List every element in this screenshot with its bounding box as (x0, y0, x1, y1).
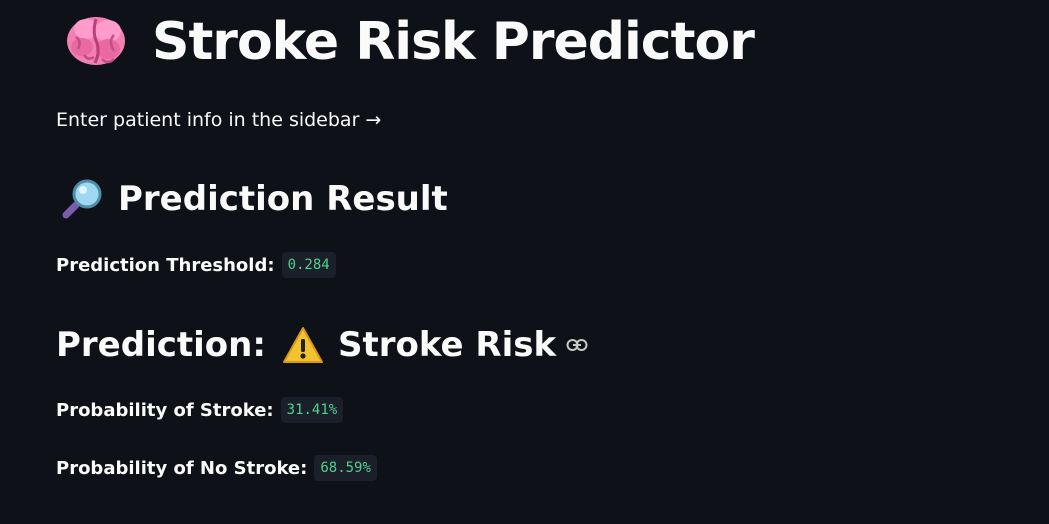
no-stroke-probability-value: 68.59% (314, 455, 377, 481)
sidebar-hint: Enter patient info in the sidebar → (56, 109, 382, 131)
stroke-probability-row: Probability of Stroke: 31.41% (56, 395, 344, 425)
threshold-value: 0.284 (281, 252, 336, 278)
stroke-probability-label: Probability of Stroke: (56, 399, 274, 421)
magnifying-glass-icon (60, 178, 104, 220)
prediction-heading: Prediction: Stroke Risk (56, 320, 588, 370)
prediction-result-text: Stroke Risk (337, 325, 557, 365)
page-title-text: Stroke Risk Predictor (152, 12, 755, 72)
no-stroke-probability-row: Probability of No Stroke: 68.59% (56, 453, 377, 483)
prediction-result-heading: Prediction Result (60, 175, 448, 223)
main-content: Stroke Risk Predictor Enter patient info… (0, 0, 1049, 524)
page-title: Stroke Risk Predictor (62, 10, 755, 74)
warning-icon (282, 326, 324, 364)
link-icon[interactable] (566, 338, 588, 352)
prediction-result-heading-text: Prediction Result (118, 179, 448, 219)
prediction-label: Prediction: (56, 325, 266, 365)
no-stroke-probability-label: Probability of No Stroke: (56, 457, 308, 479)
threshold-label: Prediction Threshold: (56, 254, 275, 276)
stroke-probability-value: 31.41% (280, 397, 344, 423)
threshold-row: Prediction Threshold: 0.284 (56, 250, 336, 280)
brain-icon (62, 13, 130, 71)
